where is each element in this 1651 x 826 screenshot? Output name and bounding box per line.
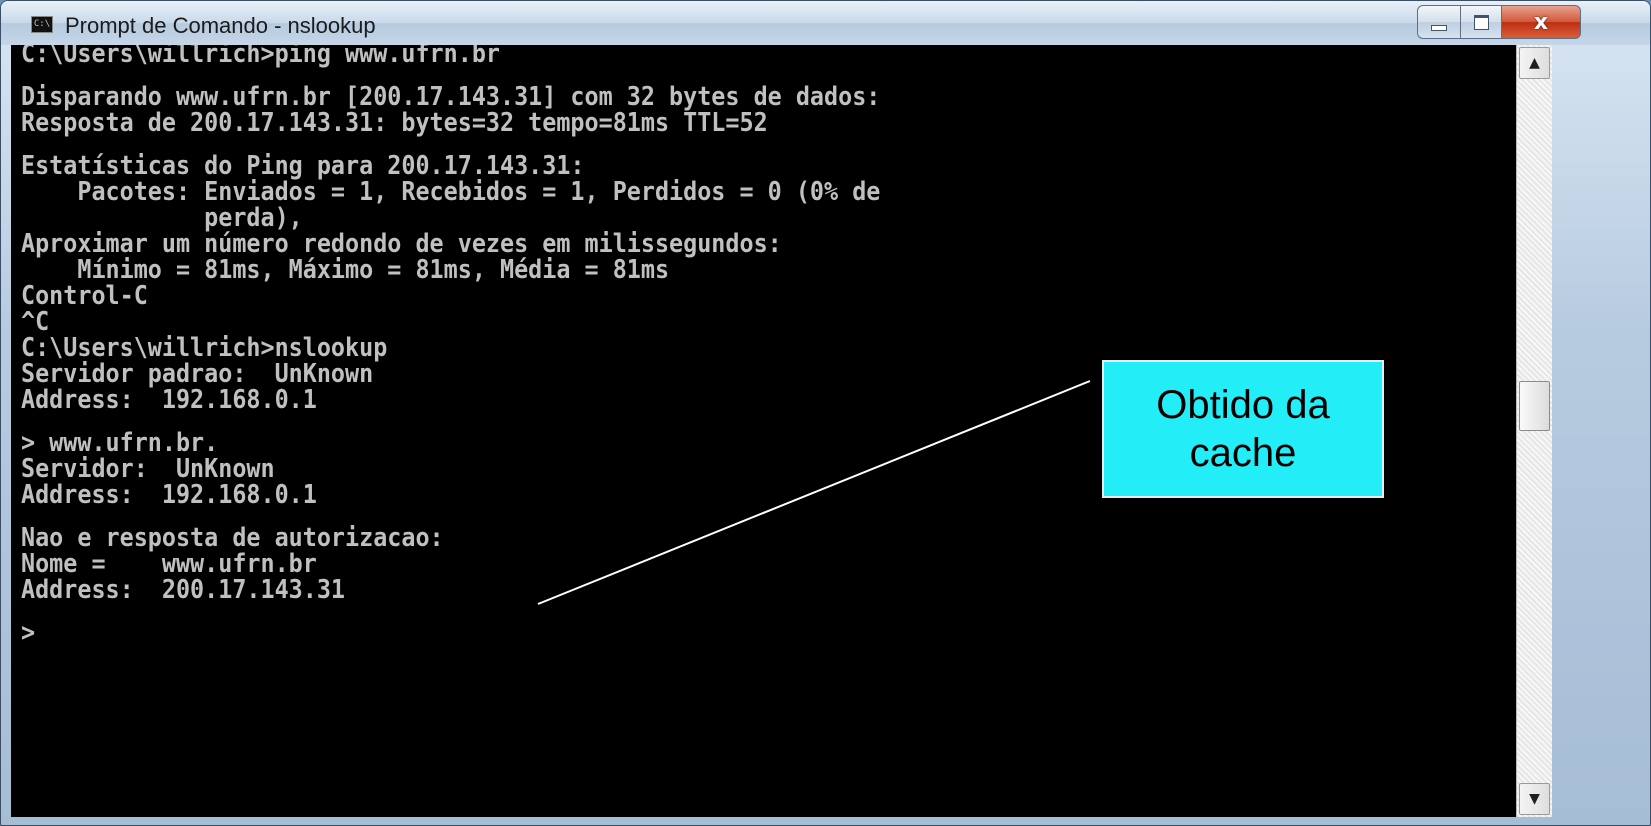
console-line: > <box>21 618 36 648</box>
minimize-icon <box>1431 25 1447 31</box>
command-prompt-window: C:\ Prompt de Comando - nslookup x C:\Us… <box>0 0 1651 826</box>
console-line: C:\Users\willrich>ping www.ufrn.br <box>21 45 500 69</box>
console-line: Servidor padrao: UnKnown <box>21 359 374 389</box>
console-line: Mínimo = 81ms, Máximo = 81ms, Média = 81… <box>21 255 670 285</box>
console-line: Pacotes: Enviados = 1, Recebidos = 1, Pe… <box>21 177 881 207</box>
minimize-button[interactable] <box>1417 5 1461 39</box>
console-line: ^C <box>21 307 50 337</box>
scroll-up-button[interactable]: ▲ <box>1519 47 1550 79</box>
title-bar[interactable]: C:\ Prompt de Comando - nslookup x <box>1 1 1650 45</box>
console-line: Aproximar um número redondo de vezes em … <box>21 229 782 259</box>
console-line: Address: 192.168.0.1 <box>21 480 317 510</box>
close-icon: x <box>1533 9 1549 35</box>
window-title: Prompt de Comando - nslookup <box>65 13 376 38</box>
console-line: Resposta de 200.17.143.31: bytes=32 temp… <box>21 108 768 138</box>
console-line: Nao e resposta de autorizacao: <box>21 523 444 553</box>
console-line: Nome = www.ufrn.br <box>21 549 317 579</box>
console-line: Estatísticas do Ping para 200.17.143.31: <box>21 151 585 181</box>
maximize-icon <box>1473 14 1489 30</box>
annotation-callout: Obtido da cache <box>1102 360 1384 498</box>
cmd-icon: C:\ <box>31 16 53 33</box>
console-line: perda), <box>21 203 303 233</box>
arrow-down-icon: ▼ <box>1529 791 1540 807</box>
console-line: Control-C <box>21 281 148 311</box>
scroll-down-button[interactable]: ▼ <box>1519 783 1550 815</box>
annotation-text: Obtido da cache <box>1156 383 1330 475</box>
console-line: Disparando www.ufrn.br [200.17.143.31] c… <box>21 82 881 112</box>
scrollbar-thumb[interactable] <box>1519 381 1550 431</box>
maximize-button[interactable] <box>1460 5 1502 39</box>
console-line: Address: 192.168.0.1 <box>21 385 317 415</box>
console-line: C:\Users\willrich>nslookup <box>21 333 388 363</box>
console-line: Address: 200.17.143.31 <box>21 575 346 605</box>
vertical-scrollbar[interactable]: ▲ ▼ <box>1516 45 1552 817</box>
console-line: > www.ufrn.br. <box>21 428 219 458</box>
arrow-up-icon: ▲ <box>1529 55 1540 71</box>
console-line: Servidor: UnKnown <box>21 454 275 484</box>
close-button[interactable]: x <box>1501 5 1581 39</box>
